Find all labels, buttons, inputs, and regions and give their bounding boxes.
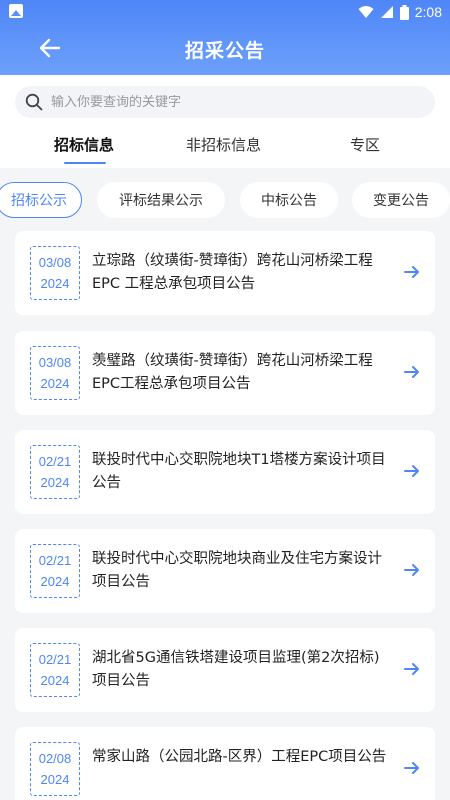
notice-date-day: 02/08 bbox=[38, 751, 72, 766]
notice-title: 立琮路（纹璜街-赞璋街）跨花山河桥梁工程EPC 工程总承包项目公告 bbox=[92, 253, 373, 292]
arrow-right-icon bbox=[404, 663, 419, 675]
notice-date-day: 02/21 bbox=[38, 553, 72, 568]
chip-change-notice[interactable]: 变更公告 bbox=[352, 182, 450, 218]
navigation-bar: 招采公告 bbox=[0, 24, 450, 72]
chip-award-notice[interactable]: 中标公告 bbox=[240, 182, 338, 218]
notice-date-year: 2024 bbox=[40, 276, 70, 291]
search-input[interactable] bbox=[51, 94, 391, 110]
search-icon bbox=[25, 93, 43, 111]
notice-date-day: 02/21 bbox=[38, 652, 72, 667]
tab-bar: 招标信息 非招标信息 专区 bbox=[0, 130, 450, 168]
status-bar: 2:08 bbox=[0, 0, 450, 24]
notice-date: 02/08 2024 bbox=[30, 742, 80, 796]
notice-card[interactable]: 03/08 2024 立琮路（纹璜街-赞璋街）跨花山河桥梁工程EPC 工程总承包… bbox=[15, 231, 435, 315]
notice-date: 02/21 2024 bbox=[30, 643, 80, 697]
search-bar[interactable] bbox=[15, 86, 435, 118]
page-title: 招采公告 bbox=[184, 40, 265, 62]
notice-title: 羡璧路（纹璜街-赞璋街）跨花山河桥梁工程EPC工程总承包项目公告 bbox=[92, 353, 373, 392]
category-filter: 招标公示 评标结果公示 中标公告 变更公告 bbox=[0, 180, 450, 220]
notice-card[interactable]: 02/08 2024 常家山路（公园北路-区界）工程EPC项目公告 bbox=[15, 727, 435, 800]
tab-non-tender-info[interactable]: 非招标信息 bbox=[186, 134, 261, 155]
wifi-icon bbox=[358, 6, 374, 18]
notice-date-day: 03/08 bbox=[38, 255, 72, 270]
status-time: 2:08 bbox=[414, 4, 442, 20]
arrow-right-icon bbox=[404, 762, 419, 774]
search-section: 招标信息 非招标信息 专区 bbox=[0, 75, 450, 168]
app-header: 2:08 招采公告 bbox=[0, 0, 450, 75]
notice-card[interactable]: 03/08 2024 羡璧路（纹璜街-赞璋街）跨花山河桥梁工程EPC工程总承包项… bbox=[15, 331, 435, 415]
tab-special-zone[interactable]: 专区 bbox=[350, 134, 380, 155]
notice-title: 联投时代中心交职院地块商业及住宅方案设计项目公告 bbox=[92, 551, 382, 590]
notice-card[interactable]: 02/21 2024 联投时代中心交职院地块T1塔楼方案设计项目公告 bbox=[15, 430, 435, 514]
notice-date-year: 2024 bbox=[40, 772, 70, 787]
notice-date-day: 03/08 bbox=[38, 355, 72, 370]
notice-title: 联投时代中心交职院地块T1塔楼方案设计项目公告 bbox=[92, 452, 386, 491]
notice-date: 03/08 2024 bbox=[30, 346, 80, 400]
notice-date-year: 2024 bbox=[40, 574, 70, 589]
notice-title: 常家山路（公园北路-区界）工程EPC项目公告 bbox=[92, 749, 387, 765]
image-icon bbox=[9, 4, 23, 18]
notice-card[interactable]: 02/21 2024 湖北省5G通信铁塔建设项目监理(第2次招标)项目公告 bbox=[15, 628, 435, 712]
chip-evaluation-result[interactable]: 评标结果公示 bbox=[97, 182, 225, 218]
battery-icon bbox=[399, 4, 409, 20]
arrow-right-icon bbox=[404, 266, 419, 278]
signal-icon bbox=[380, 6, 393, 18]
notice-date-day: 02/21 bbox=[38, 454, 72, 469]
notice-date: 02/21 2024 bbox=[30, 544, 80, 598]
notice-date: 03/08 2024 bbox=[30, 246, 80, 300]
chip-tender-notice[interactable]: 招标公示 bbox=[0, 182, 82, 218]
notice-card[interactable]: 02/21 2024 联投时代中心交职院地块商业及住宅方案设计项目公告 bbox=[15, 529, 435, 613]
arrow-right-icon bbox=[404, 564, 419, 576]
notice-date-year: 2024 bbox=[40, 376, 70, 391]
notice-date: 02/21 2024 bbox=[30, 445, 80, 499]
notice-date-year: 2024 bbox=[40, 475, 70, 490]
notice-title: 湖北省5G通信铁塔建设项目监理(第2次招标)项目公告 bbox=[92, 650, 380, 689]
active-tab-indicator bbox=[64, 162, 106, 164]
tab-tender-info[interactable]: 招标信息 bbox=[54, 134, 114, 155]
arrow-right-icon bbox=[404, 465, 419, 477]
arrow-right-icon bbox=[404, 366, 419, 378]
notice-date-year: 2024 bbox=[40, 673, 70, 688]
